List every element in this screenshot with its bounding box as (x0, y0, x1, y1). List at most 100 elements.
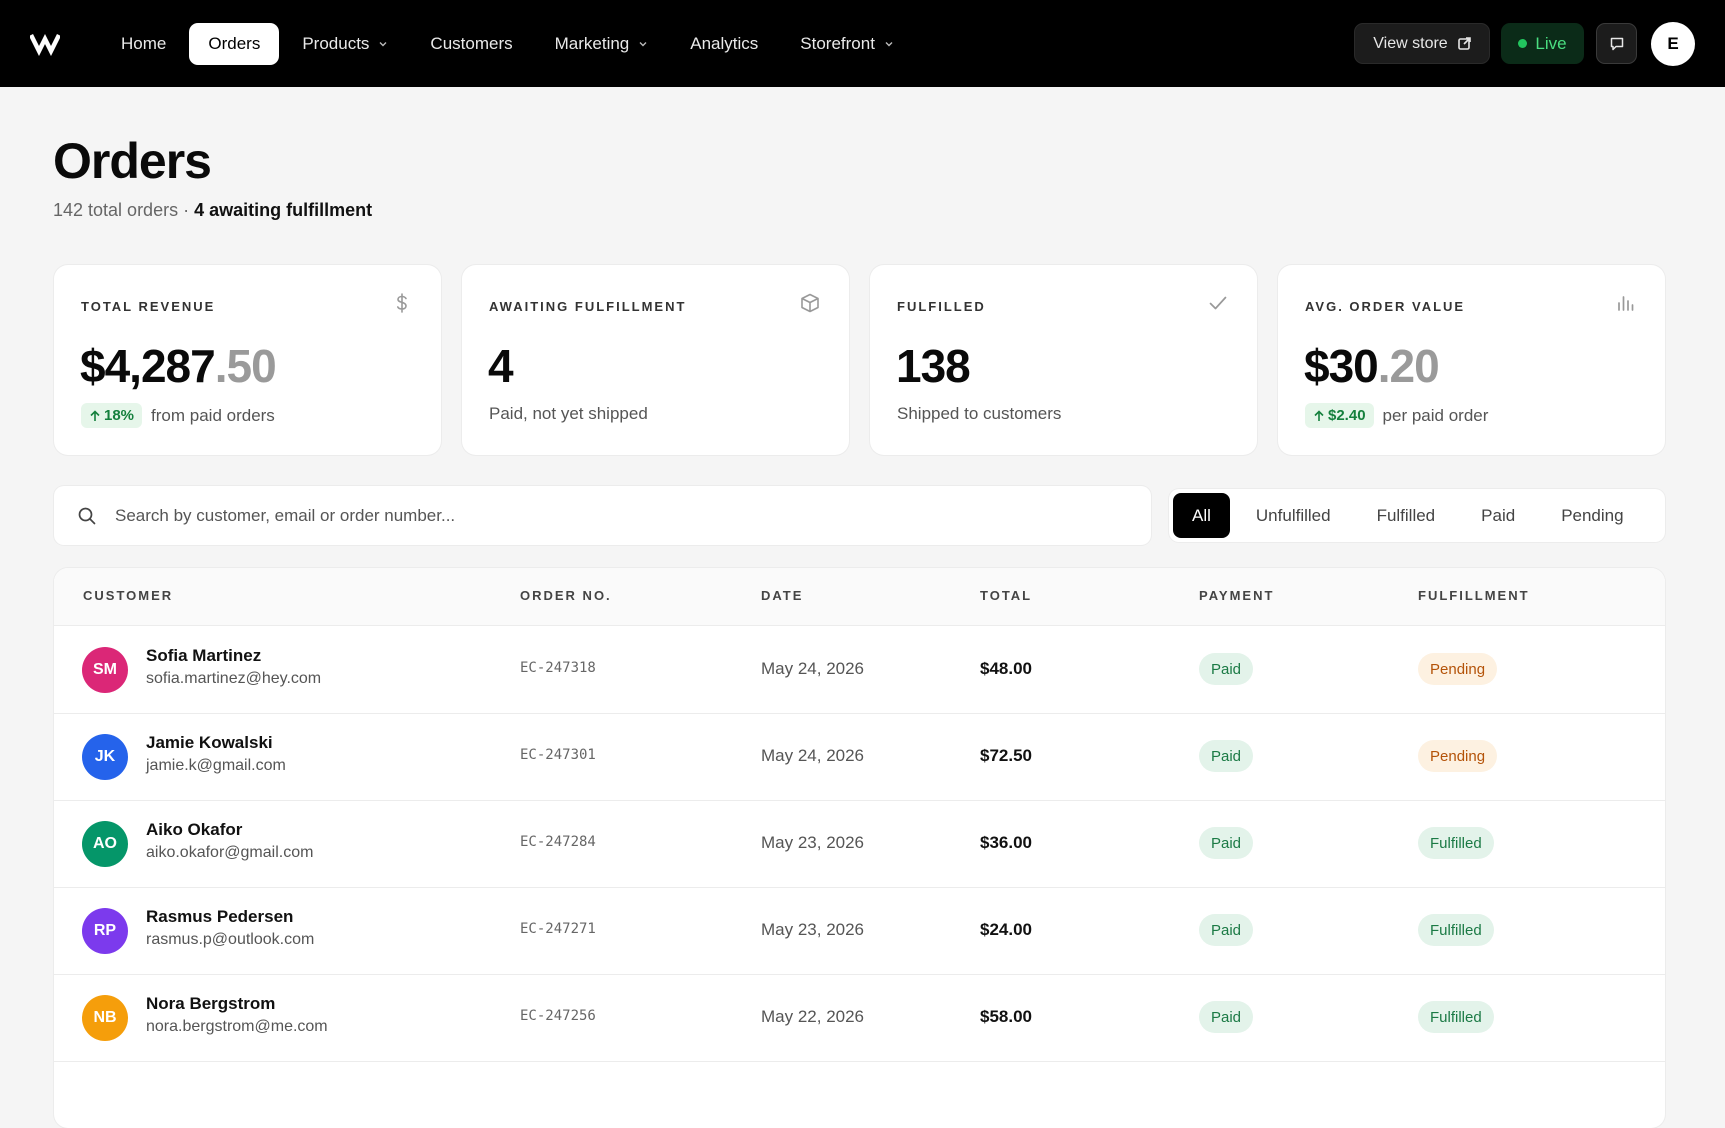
customer-name: Nora Bergstrom (146, 994, 276, 1013)
column-header-total[interactable]: TOTAL (980, 588, 1032, 603)
table-row[interactable]: AO Aiko Okafor aiko.okafor@gmail.com EC-… (54, 800, 1665, 888)
stat-card-total-revenue: TOTAL REVENUE $4,287.50 18% from paid or… (54, 265, 441, 455)
stat-note: per paid order (1382, 405, 1489, 425)
fulfillment-status-badge: Fulfilled (1418, 827, 1494, 859)
stat-label: AWAITING FULFILLMENT (489, 299, 687, 314)
orders-table: CUSTOMER ORDER NO. DATE TOTAL PAYMENT FU… (54, 568, 1665, 1128)
customer-email: jamie.k@gmail.com (146, 757, 286, 774)
order-number[interactable]: EC-247256 (520, 1008, 596, 1024)
column-header-date[interactable]: DATE (761, 588, 803, 603)
order-total: $58.00 (980, 1007, 1032, 1026)
stat-value-integer: $4,287 (80, 340, 216, 392)
stat-label: TOTAL REVENUE (81, 299, 216, 314)
column-header-order-no[interactable]: ORDER NO. (520, 588, 612, 603)
check-icon (1209, 296, 1227, 310)
customer-email: aiko.okafor@gmail.com (146, 844, 314, 861)
nav-item-label: Storefront (800, 34, 875, 53)
table-row[interactable]: JK Jamie Kowalski jamie.k@gmail.com EC-2… (54, 713, 1665, 801)
top-navbar: Home Orders Products Customers Marketing… (0, 0, 1725, 87)
page-subtitle: 142 total orders · 4 awaiting fulfillmen… (53, 200, 372, 221)
stat-note: Shipped to customers (897, 404, 1062, 423)
external-link-icon (1457, 37, 1471, 50)
fulfillment-status-badge: Pending (1418, 740, 1498, 772)
nav-item-customers[interactable]: Customers (411, 23, 531, 65)
order-total: $24.00 (980, 920, 1032, 939)
stat-note: Paid, not yet shipped (489, 404, 648, 423)
fulfillment-status-badge: Fulfilled (1418, 914, 1494, 946)
search-input[interactable] (113, 504, 1117, 527)
order-number[interactable]: EC-247318 (520, 660, 596, 676)
customer-name: Rasmus Pedersen (146, 907, 294, 926)
chevron-down-icon (639, 42, 647, 47)
messages-button[interactable] (1596, 23, 1637, 64)
arrow-up-icon (90, 409, 100, 421)
filter-all[interactable]: All (1173, 493, 1230, 538)
payment-status-badge: Paid (1199, 740, 1254, 772)
column-header-payment[interactable]: PAYMENT (1199, 588, 1274, 603)
order-number[interactable]: EC-247301 (520, 747, 596, 763)
filter-paid[interactable]: Paid (1461, 493, 1535, 538)
search-bar (54, 486, 1151, 545)
brand-logo[interactable] (30, 30, 60, 56)
stat-note: from paid orders (151, 405, 275, 425)
filter-tabs: All Unfulfilled Fulfilled Paid Pending (1169, 489, 1665, 542)
order-number[interactable]: EC-247271 (520, 921, 596, 937)
column-header-fulfillment[interactable]: FULFILLMENT (1418, 588, 1530, 603)
box-icon (801, 293, 819, 313)
main-nav: Home Orders Products Customers Marketing… (102, 22, 917, 66)
table-row[interactable]: SM Sofia Martinez sofia.martinez@hey.com… (54, 626, 1665, 714)
stat-label: FULFILLED (897, 299, 986, 314)
order-date: May 24, 2026 (761, 659, 865, 678)
customer-email: sofia.martinez@hey.com (146, 670, 322, 687)
nav-item-label: Home (121, 34, 167, 53)
order-date: May 22, 2026 (761, 1007, 865, 1026)
customer-avatar: JK (82, 734, 128, 780)
stat-value: 138 (896, 340, 971, 392)
stat-value-integer: $30 (1304, 340, 1379, 392)
nav-item-analytics[interactable]: Analytics (671, 23, 777, 65)
filter-unfulfilled[interactable]: Unfulfilled (1236, 493, 1351, 538)
table-header: CUSTOMER ORDER NO. DATE TOTAL PAYMENT FU… (54, 568, 1665, 626)
user-avatar[interactable]: E (1651, 22, 1695, 66)
order-date: May 24, 2026 (761, 746, 865, 765)
stat-label: AVG. ORDER VALUE (1305, 299, 1466, 314)
awaiting-fulfillment-count: 4 awaiting fulfillment (194, 200, 373, 220)
table-row[interactable]: NB Nora Bergstrom nora.bergstrom@me.com … (54, 974, 1665, 1062)
view-store-button[interactable]: View store (1354, 23, 1490, 64)
stat-value: 4 (488, 340, 514, 392)
nav-item-label: Products (302, 34, 370, 53)
arrow-up-icon (1314, 409, 1324, 421)
column-header-customer[interactable]: CUSTOMER (83, 588, 173, 603)
order-total: $72.50 (980, 746, 1032, 765)
nav-item-orders[interactable]: Orders (189, 23, 280, 65)
order-total: $36.00 (980, 833, 1032, 852)
stat-card-awaiting-fulfillment: AWAITING FULFILLMENT 4 Paid, not yet shi… (462, 265, 849, 455)
nav-item-home[interactable]: Home (102, 23, 185, 65)
bar-chart-icon (1618, 296, 1634, 311)
page-title: Orders (53, 133, 212, 189)
payment-status-badge: Paid (1199, 653, 1254, 685)
filter-pending[interactable]: Pending (1541, 493, 1643, 538)
payment-status-badge: Paid (1199, 1001, 1254, 1033)
nav-item-products[interactable]: Products (283, 23, 407, 65)
chat-bubble-icon (1610, 37, 1623, 50)
trend-value: 18% (104, 407, 135, 424)
order-total: $48.00 (980, 659, 1032, 678)
customer-email: rasmus.p@outlook.com (146, 931, 315, 948)
nav-item-label: Analytics (690, 34, 759, 53)
payment-status-badge: Paid (1199, 827, 1254, 859)
nav-item-label: Marketing (554, 34, 630, 53)
nav-item-marketing[interactable]: Marketing (536, 23, 668, 65)
fulfillment-status-badge: Pending (1418, 653, 1498, 685)
chevron-down-icon (379, 42, 387, 47)
customer-avatar: NB (82, 995, 128, 1041)
customer-name: Aiko Okafor (146, 820, 243, 839)
fulfillment-status-badge: Fulfilled (1418, 1001, 1494, 1033)
table-row[interactable]: RP Rasmus Pedersen rasmus.p@outlook.com … (54, 887, 1665, 975)
stat-card-fulfilled: FULFILLED 138 Shipped to customers (870, 265, 1257, 455)
order-date: May 23, 2026 (761, 920, 865, 939)
live-status-badge[interactable]: Live (1501, 23, 1584, 64)
nav-item-storefront[interactable]: Storefront (781, 23, 913, 65)
filter-fulfilled[interactable]: Fulfilled (1357, 493, 1456, 538)
order-number[interactable]: EC-247284 (520, 834, 596, 850)
